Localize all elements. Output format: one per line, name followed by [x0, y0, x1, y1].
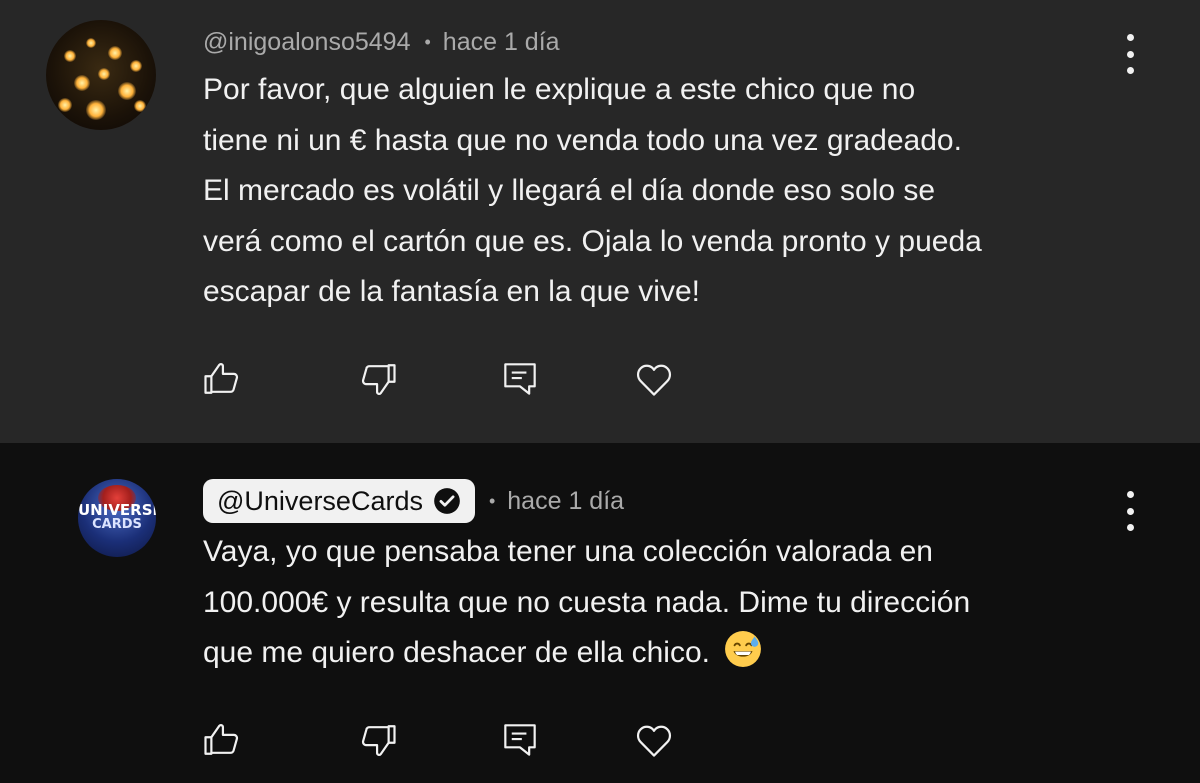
- lantern-dot: [130, 60, 142, 72]
- thumbs-down-icon: [361, 725, 396, 756]
- lantern-dot: [134, 100, 146, 112]
- dislike-button[interactable]: [356, 357, 400, 401]
- like-button[interactable]: [200, 357, 244, 401]
- heart-button[interactable]: [632, 718, 676, 762]
- lantern-dot: [108, 46, 122, 60]
- like-button[interactable]: [200, 718, 244, 762]
- lantern-dot: [118, 82, 136, 100]
- lantern-dot: [64, 50, 76, 62]
- thumbs-up-icon: [204, 724, 239, 755]
- meta-separator: •: [488, 490, 496, 511]
- comment-thread-item: UNIVERSE CARDS @UniverseCards • hace 1 d…: [0, 443, 1200, 783]
- verified-check-icon: [434, 488, 460, 514]
- meta-separator: •: [424, 31, 431, 52]
- comment-time[interactable]: hace 1 día: [443, 28, 560, 57]
- thumbs-up-icon: [204, 363, 239, 394]
- thumbs-down-icon: [361, 364, 396, 395]
- menu-dot: [1126, 491, 1134, 498]
- avatar[interactable]: [46, 20, 156, 130]
- comment-text: Por favor, que alguien le explique a est…: [203, 73, 982, 308]
- lantern-dot: [58, 98, 72, 112]
- comment-thread-item: @inigoalonso5494 • hace 1 día Por favor,…: [0, 0, 1200, 443]
- comment-text-body: Vaya, yo que pensaba tener una colección…: [203, 535, 971, 669]
- reply-button[interactable]: [498, 718, 542, 762]
- menu-dot: [1126, 507, 1134, 515]
- dislike-button[interactable]: [356, 718, 400, 762]
- menu-dot: [1126, 34, 1134, 41]
- avatar-logo-text-bottom: CARDS: [92, 517, 142, 532]
- reply-comment-icon: [504, 724, 536, 756]
- more-actions-icon[interactable]: [1118, 491, 1142, 531]
- comment-meta: @UniverseCards • hace 1 día: [203, 478, 624, 524]
- lantern-dot: [86, 100, 106, 120]
- heart-icon: [636, 364, 672, 396]
- reply-button[interactable]: [498, 357, 542, 401]
- lantern-dot: [74, 75, 90, 91]
- heart-icon: [636, 725, 672, 757]
- comment-time[interactable]: hace 1 día: [507, 487, 624, 516]
- author-handle: @UniverseCards: [217, 485, 423, 516]
- lantern-dot: [86, 38, 96, 48]
- channel-owner-badge[interactable]: @UniverseCards: [203, 479, 475, 523]
- author-handle[interactable]: @inigoalonso5494: [203, 28, 410, 57]
- comment-text: Vaya, yo que pensaba tener una colección…: [203, 527, 1163, 679]
- grinning-face-with-sweat-emoji: [725, 631, 762, 667]
- lantern-dot: [98, 68, 110, 80]
- avatar[interactable]: UNIVERSE CARDS: [78, 479, 156, 557]
- comment-meta: @inigoalonso5494 • hace 1 día: [203, 24, 560, 60]
- reply-comment-icon: [504, 363, 536, 395]
- heart-button[interactable]: [632, 357, 676, 401]
- menu-dot: [1126, 50, 1134, 58]
